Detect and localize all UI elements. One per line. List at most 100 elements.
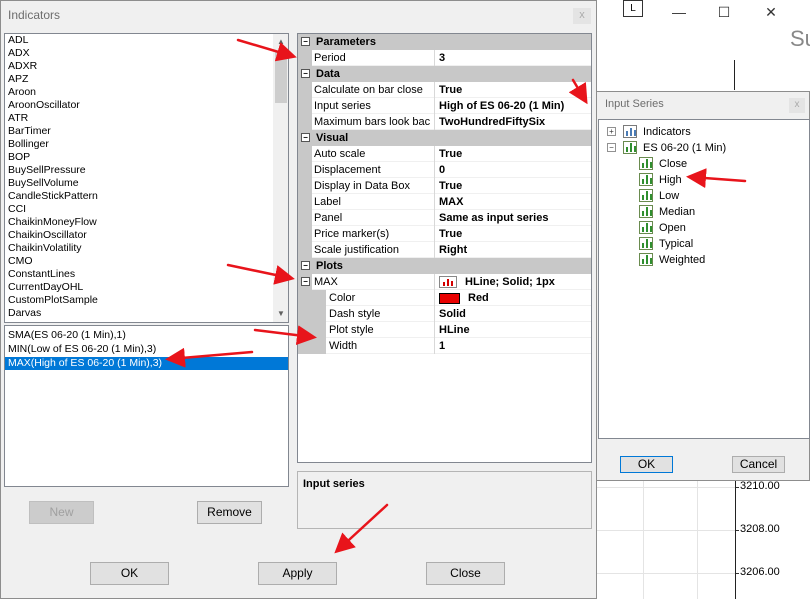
property-value[interactable]: Right <box>439 242 589 258</box>
chart-l-button[interactable]: L <box>623 0 643 17</box>
indicator-list-item[interactable]: BuySellPressure <box>5 164 274 177</box>
collapse-icon[interactable]: − <box>301 69 310 78</box>
property-value[interactable]: HLine <box>439 322 589 338</box>
indicator-list-item[interactable]: Bollinger <box>5 138 274 151</box>
indicator-list-item[interactable]: ATR <box>5 112 274 125</box>
property-row-color[interactable]: Color Red <box>298 290 591 306</box>
indicator-list-item[interactable]: ADL <box>5 34 274 47</box>
indicator-list-item[interactable]: CustomPlotSample <box>5 294 274 307</box>
property-row-plot-style[interactable]: Plot style HLine <box>298 322 591 338</box>
popup-close-button[interactable]: x <box>789 98 805 113</box>
scrollbar-thumb[interactable] <box>275 51 287 103</box>
indicator-list-item[interactable]: ConstantLines <box>5 268 274 281</box>
property-row-maximum-bars[interactable]: Maximum bars look bac TwoHundredFiftySix <box>298 114 591 130</box>
indicator-list-item[interactable]: CandleStickPattern <box>5 190 274 203</box>
tree-node-series-low[interactable]: Low <box>639 188 789 204</box>
dialog-close-button[interactable]: x <box>573 8 591 24</box>
configured-indicator-item[interactable]: MIN(Low of ES 06-20 (1 Min),3) <box>5 343 288 356</box>
remove-button[interactable]: Remove <box>197 501 262 524</box>
indicator-list-item[interactable]: CurrentDayOHL <box>5 281 274 294</box>
property-row-label[interactable]: Label MAX <box>298 194 591 210</box>
collapse-icon[interactable]: − <box>607 143 616 152</box>
indicator-list-item[interactable]: APZ <box>5 73 274 86</box>
property-value[interactable]: True <box>439 146 589 162</box>
property-row-dash-style[interactable]: Dash style Solid <box>298 306 591 322</box>
tree-node-series-close[interactable]: Close <box>639 156 789 172</box>
new-button[interactable]: New <box>29 501 94 524</box>
property-value[interactable]: MAX <box>439 194 589 210</box>
collapse-icon[interactable]: − <box>301 37 310 46</box>
property-row-period[interactable]: Period 3 <box>298 50 591 66</box>
property-value[interactable]: 3 <box>439 50 589 66</box>
indicator-list-item[interactable]: Aroon <box>5 86 274 99</box>
property-row-panel[interactable]: Panel Same as input series <box>298 210 591 226</box>
indicator-list-item[interactable]: AroonOscillator <box>5 99 274 112</box>
configured-indicators-list[interactable]: SMA(ES 06-20 (1 Min),1) MIN(Low of ES 06-… <box>4 325 289 487</box>
property-value[interactable]: 0 <box>439 162 589 178</box>
scroll-down-icon[interactable]: ▼ <box>273 306 288 322</box>
category-parameters[interactable]: − Parameters <box>298 34 591 50</box>
collapse-icon[interactable]: − <box>301 277 310 286</box>
property-row-calculate-on-bar-close[interactable]: Calculate on bar close True <box>298 82 591 98</box>
minimize-icon[interactable]: — <box>672 5 686 19</box>
category-plots[interactable]: − Plots <box>298 258 591 274</box>
property-value[interactable]: HLine; Solid; 1px <box>439 274 589 290</box>
collapse-icon[interactable]: − <box>301 133 310 142</box>
tree-node-series-median[interactable]: Median <box>639 204 789 220</box>
tree-node-instrument[interactable]: − ES 06-20 (1 Min) <box>607 140 797 156</box>
property-row-width[interactable]: Width 1 <box>298 338 591 354</box>
popup-ok-button[interactable]: OK <box>620 456 673 473</box>
popup-cancel-button[interactable]: Cancel <box>732 456 785 473</box>
indicator-list-item[interactable]: ChaikinOscillator <box>5 229 274 242</box>
indicator-list-item[interactable]: Darvas <box>5 307 274 320</box>
property-value[interactable]: Solid <box>439 306 589 322</box>
apply-button[interactable]: Apply <box>258 562 337 585</box>
category-data[interactable]: − Data <box>298 66 591 82</box>
indicator-list-item[interactable]: ADX <box>5 47 274 60</box>
property-row-plot-max[interactable]: − MAX HLine; Solid; 1px <box>298 274 591 290</box>
collapse-icon[interactable]: − <box>301 261 310 270</box>
property-row-scale-justification[interactable]: Scale justification Right <box>298 242 591 258</box>
property-value[interactable]: True <box>439 82 589 98</box>
scroll-up-icon[interactable]: ▲ <box>273 34 288 50</box>
property-row-displacement[interactable]: Displacement 0 <box>298 162 591 178</box>
property-row-input-series[interactable]: Input series High of ES 06-20 (1 Min) <box>298 98 591 114</box>
tree-node-series-open[interactable]: Open <box>639 220 789 236</box>
indicator-list-item[interactable]: ChaikinMoneyFlow <box>5 216 274 229</box>
property-row-auto-scale[interactable]: Auto scale True <box>298 146 591 162</box>
expand-icon[interactable]: + <box>607 127 616 136</box>
property-row-price-markers[interactable]: Price marker(s) True <box>298 226 591 242</box>
property-value[interactable]: High of ES 06-20 (1 Min) <box>439 98 589 114</box>
indicator-list-item[interactable]: BarTimer <box>5 125 274 138</box>
configured-indicator-item[interactable]: SMA(ES 06-20 (1 Min),1) <box>5 329 288 342</box>
series-icon <box>623 141 637 154</box>
tree-node-indicators[interactable]: + Indicators <box>607 124 797 140</box>
property-value[interactable]: Same as input series <box>439 210 589 226</box>
ok-button[interactable]: OK <box>90 562 169 585</box>
indicator-list-item[interactable]: ChaikinVolatility <box>5 242 274 255</box>
property-value[interactable]: TwoHundredFiftySix <box>439 114 589 130</box>
category-visual[interactable]: − Visual <box>298 130 591 146</box>
indicator-list-item[interactable]: BOP <box>5 151 274 164</box>
property-value[interactable]: 1 <box>439 338 589 354</box>
tree-node-series-typical[interactable]: Typical <box>639 236 789 252</box>
property-value[interactable]: True <box>439 178 589 194</box>
property-value[interactable]: Red <box>439 290 589 306</box>
close-icon[interactable]: ✕ <box>764 5 778 19</box>
close-button[interactable]: Close <box>426 562 505 585</box>
property-value[interactable]: True <box>439 226 589 242</box>
series-icon <box>639 205 653 218</box>
property-name: Maximum bars look bac <box>314 114 435 130</box>
configured-indicator-item[interactable]: MAX(High of ES 06-20 (1 Min),3) <box>5 357 288 370</box>
tree-node-series-weighted[interactable]: Weighted <box>639 252 789 268</box>
property-row-display-in-data-box[interactable]: Display in Data Box True <box>298 178 591 194</box>
list-scrollbar[interactable]: ▲ ▼ <box>273 34 288 322</box>
maximize-icon[interactable]: ☐ <box>717 5 731 19</box>
tree-node-series-high[interactable]: High <box>639 172 789 188</box>
available-indicators-list[interactable]: ADL ADX ADXR APZ Aroon AroonOscillator ATR BarT… <box>4 33 289 323</box>
indicator-list-item[interactable]: CMO <box>5 255 274 268</box>
indicator-list-item[interactable]: BuySellVolume <box>5 177 274 190</box>
indicator-list-item[interactable]: ADXR <box>5 60 274 73</box>
indicator-list-item[interactable]: CCI <box>5 203 274 216</box>
row-gutter <box>298 338 326 354</box>
